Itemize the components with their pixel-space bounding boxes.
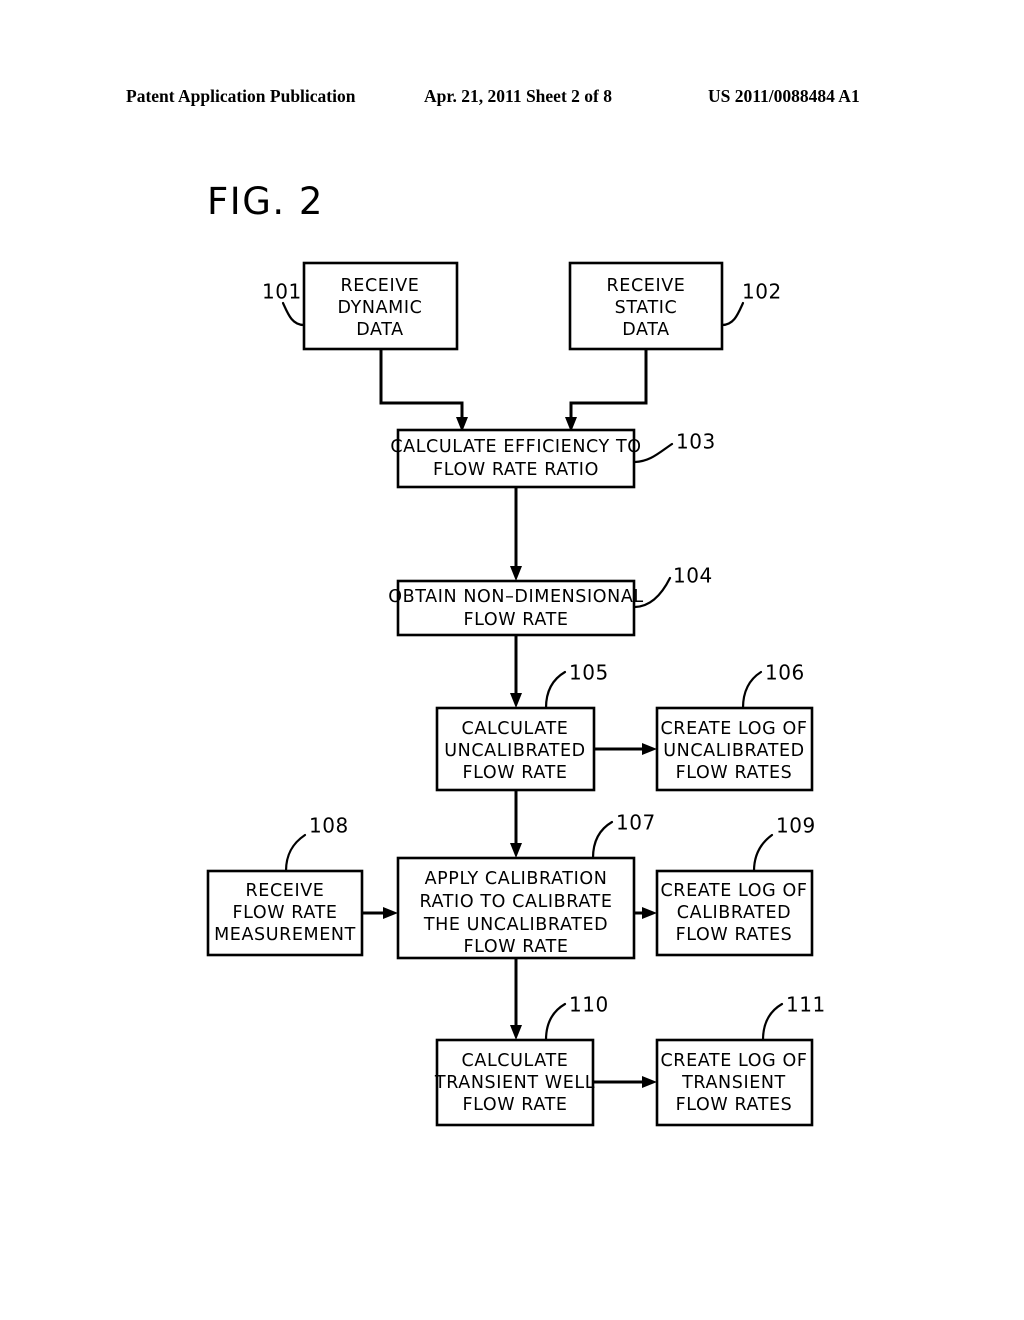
arrowhead-105-to-106 [642, 743, 657, 755]
node-106-line1: CREATE LOG OF [660, 719, 807, 739]
node-111[interactable]: CREATE LOG OF TRANSIENT FLOW RATES [655, 1038, 814, 1127]
arrowhead-108-to-107 [383, 907, 398, 919]
node-110-line2: TRANSIENT WELL [434, 1073, 595, 1093]
connector-101-to-103 [379, 349, 464, 424]
node-104-line1: OBTAIN NON–DIMENSIONAL [388, 587, 644, 607]
node-106-line3: FLOW RATES [676, 763, 793, 783]
node-101[interactable]: RECEIVE DYNAMIC DATA [302, 261, 459, 351]
ref-109: 109 [776, 814, 816, 838]
arrowhead-107-to-109 [642, 907, 657, 919]
node-109-line1: CREATE LOG OF [660, 881, 807, 901]
arrowhead-104-to-105 [510, 693, 522, 708]
ref-111: 111 [786, 993, 826, 1017]
node-101-line2: DYNAMIC [338, 298, 423, 318]
node-102-line1: RECEIVE [607, 276, 686, 296]
node-106-line2: UNCALIBRATED [663, 741, 805, 761]
flowchart-diagram: RECEIVE DYNAMIC DATA 101 RECEIVE STATIC … [206, 261, 826, 1127]
node-101-line3: DATA [356, 320, 403, 340]
leader-107 [591, 820, 614, 860]
arrowhead-107-to-110 [510, 1025, 522, 1040]
node-106[interactable]: CREATE LOG OF UNCALIBRATED FLOW RATES [655, 706, 814, 792]
arrowhead-110-to-111 [642, 1076, 657, 1088]
ref-106: 106 [765, 661, 805, 685]
node-103[interactable]: CALCULATE EFFICIENCY TO FLOW RATE RATIO [390, 428, 641, 489]
node-104[interactable]: OBTAIN NON–DIMENSIONAL FLOW RATE [388, 579, 644, 637]
patent-page: Patent Application Publication Apr. 21, … [0, 0, 1024, 1320]
node-111-line1: CREATE LOG OF [660, 1051, 807, 1071]
node-111-line3: FLOW RATES [676, 1095, 793, 1115]
ref-103: 103 [676, 430, 716, 454]
leader-111 [761, 1002, 784, 1042]
leader-108 [284, 833, 307, 873]
arrowhead-105-to-107 [510, 843, 522, 858]
leader-102 [720, 301, 745, 327]
leader-109 [752, 833, 774, 873]
node-104-line2: FLOW RATE [463, 610, 568, 630]
node-109-line3: FLOW RATES [676, 925, 793, 945]
ref-108: 108 [309, 814, 349, 838]
node-103-line1: CALCULATE EFFICIENCY TO [390, 437, 641, 457]
leader-110 [544, 1002, 567, 1042]
leader-101 [281, 301, 306, 327]
leader-105 [544, 670, 567, 710]
node-110[interactable]: CALCULATE TRANSIENT WELL FLOW RATE [434, 1038, 595, 1127]
node-105-line3: FLOW RATE [462, 763, 567, 783]
node-105-line1: CALCULATE [462, 719, 569, 739]
node-111-line2: TRANSIENT [681, 1073, 786, 1093]
node-109-line2: CALIBRATED [677, 903, 791, 923]
node-103-line2: FLOW RATE RATIO [433, 460, 599, 480]
node-101-line1: RECEIVE [341, 276, 420, 296]
node-107-line3: THE UNCALIBRATED [423, 915, 608, 935]
node-102-line3: DATA [622, 320, 669, 340]
node-108-line2: FLOW RATE [232, 903, 337, 923]
leader-106 [741, 670, 763, 710]
node-108-line3: MEASUREMENT [214, 925, 356, 945]
node-108-line1: RECEIVE [246, 881, 325, 901]
node-105[interactable]: CALCULATE UNCALIBRATED FLOW RATE [435, 706, 596, 792]
node-110-line3: FLOW RATE [462, 1095, 567, 1115]
node-107-line4: FLOW RATE [463, 937, 568, 957]
arrowhead-103-to-104 [510, 566, 522, 581]
node-107-line2: RATIO TO CALIBRATE [420, 892, 613, 912]
node-102[interactable]: RECEIVE STATIC DATA [568, 261, 724, 351]
node-108[interactable]: RECEIVE FLOW RATE MEASUREMENT [206, 869, 364, 957]
node-105-line2: UNCALIBRATED [444, 741, 586, 761]
ref-104: 104 [673, 564, 713, 588]
ref-110: 110 [569, 993, 609, 1017]
ref-102: 102 [742, 280, 782, 304]
ref-101: 101 [262, 280, 302, 304]
ref-105: 105 [569, 661, 609, 685]
ref-107: 107 [616, 811, 656, 835]
node-102-line2: STATIC [615, 298, 678, 318]
node-109[interactable]: CREATE LOG OF CALIBRATED FLOW RATES [655, 869, 814, 957]
node-107[interactable]: APPLY CALIBRATION RATIO TO CALIBRATE THE… [396, 856, 636, 960]
node-110-line1: CALCULATE [462, 1051, 569, 1071]
connector-102-to-103 [569, 349, 648, 424]
node-107-line1: APPLY CALIBRATION [425, 869, 608, 889]
